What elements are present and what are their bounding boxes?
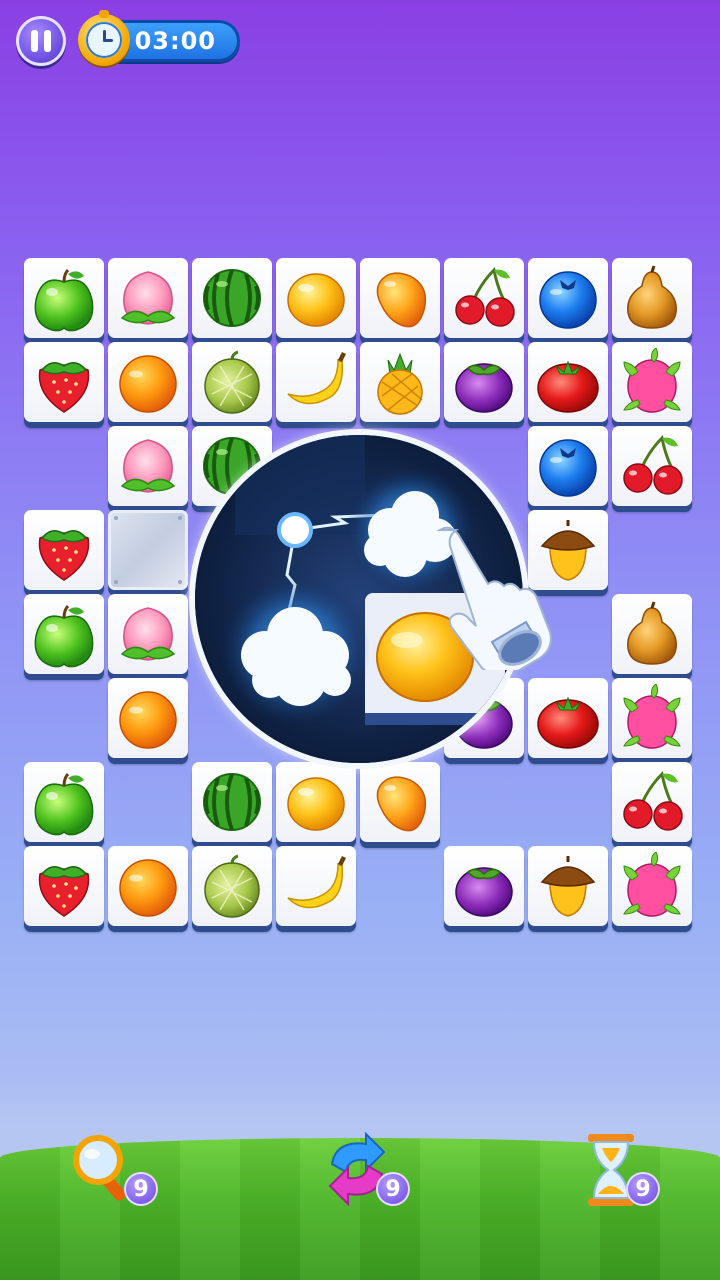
tile-lemon[interactable] [276, 762, 356, 842]
hand-pointer-icon [436, 526, 552, 670]
mangosteen-icon [455, 363, 513, 413]
pause-icon [31, 30, 38, 52]
tile-peach[interactable] [108, 594, 188, 674]
acorn-icon [540, 856, 596, 917]
tile-dragonfruit[interactable] [612, 678, 692, 758]
tile-pineapple[interactable] [360, 342, 440, 422]
orange-icon [119, 691, 177, 749]
tile-tomato[interactable] [528, 342, 608, 422]
dragonfruit-icon [623, 684, 681, 749]
tile-watermelon[interactable] [192, 258, 272, 338]
tile-apple[interactable] [24, 594, 104, 674]
tile-melon[interactable] [192, 342, 272, 422]
orange-icon [119, 859, 177, 917]
apple-icon [34, 604, 94, 668]
apple-icon [34, 772, 94, 836]
tile-peach[interactable] [108, 258, 188, 338]
orange-icon [119, 355, 177, 413]
clock-icon [78, 10, 130, 66]
apple-icon [34, 268, 94, 332]
banana-icon [287, 856, 346, 909]
pear-icon [627, 265, 677, 329]
tile-blueberry[interactable] [528, 258, 608, 338]
dragonfruit-icon [623, 348, 681, 413]
lemon-icon [287, 273, 345, 327]
game-screen: 03:00 9 9 9 [0, 0, 720, 1280]
watermelon-icon [203, 773, 261, 831]
tile-apple[interactable] [24, 258, 104, 338]
peach-icon [120, 607, 176, 661]
tile-watermelon[interactable] [192, 762, 272, 842]
tile-banana[interactable] [276, 342, 356, 422]
pause-icon-bar [44, 30, 51, 52]
shuffle-booster-button[interactable]: 9 [322, 1130, 412, 1210]
tile-cherry[interactable] [444, 258, 524, 338]
tile-dragonfruit[interactable] [612, 342, 692, 422]
dragonfruit-icon [623, 852, 681, 917]
ice-block-tile[interactable] [108, 510, 188, 590]
mangosteen-icon [455, 867, 513, 917]
strawberry-icon [38, 362, 90, 413]
tile-orange[interactable] [108, 342, 188, 422]
peach-icon [120, 439, 176, 493]
melon-icon [204, 350, 260, 414]
tile-acorn[interactable] [528, 846, 608, 926]
tile-pear[interactable] [612, 594, 692, 674]
tomato-icon [537, 360, 599, 413]
tile-strawberry[interactable] [24, 510, 104, 590]
blueberry-icon [539, 271, 597, 329]
tile-mango[interactable] [360, 762, 440, 842]
cherry-icon [455, 266, 515, 327]
tile-apple[interactable] [24, 762, 104, 842]
tile-orange[interactable] [108, 846, 188, 926]
tile-strawberry[interactable] [24, 342, 104, 422]
cherry-icon [623, 434, 683, 495]
pineapple-icon [377, 352, 423, 415]
tile-strawberry[interactable] [24, 846, 104, 926]
tile-mangosteen[interactable] [444, 342, 524, 422]
tile-mango[interactable] [360, 258, 440, 338]
pear-icon [627, 601, 677, 665]
add-time-count-badge: 9 [626, 1172, 660, 1206]
strawberry-icon [38, 530, 90, 581]
strawberry-icon [38, 866, 90, 917]
tile-mangosteen[interactable] [444, 846, 524, 926]
mango-icon [376, 776, 427, 832]
tile-dragonfruit[interactable] [612, 846, 692, 926]
peach-icon [120, 271, 176, 325]
tile-banana[interactable] [276, 846, 356, 926]
blueberry-icon [539, 439, 597, 497]
tile-blueberry[interactable] [528, 426, 608, 506]
melon-icon [204, 854, 260, 918]
add-time-booster-button[interactable]: 9 [584, 1130, 674, 1210]
lemon-icon [287, 777, 345, 831]
mango-icon [376, 272, 427, 328]
tile-lemon[interactable] [276, 258, 356, 338]
tile-cherry[interactable] [612, 762, 692, 842]
tile-tomato[interactable] [528, 678, 608, 758]
tile-pear[interactable] [612, 258, 692, 338]
hint-count-badge: 9 [124, 1172, 158, 1206]
tile-melon[interactable] [192, 846, 272, 926]
tile-peach[interactable] [108, 426, 188, 506]
tomato-icon [537, 696, 599, 749]
pause-button[interactable] [16, 16, 66, 66]
tile-orange[interactable] [108, 678, 188, 758]
hint-booster-button[interactable]: 9 [70, 1130, 160, 1210]
cherry-icon [623, 770, 683, 831]
banana-icon [287, 352, 346, 405]
shuffle-count-badge: 9 [376, 1172, 410, 1206]
tile-cherry[interactable] [612, 426, 692, 506]
watermelon-icon [203, 269, 261, 327]
